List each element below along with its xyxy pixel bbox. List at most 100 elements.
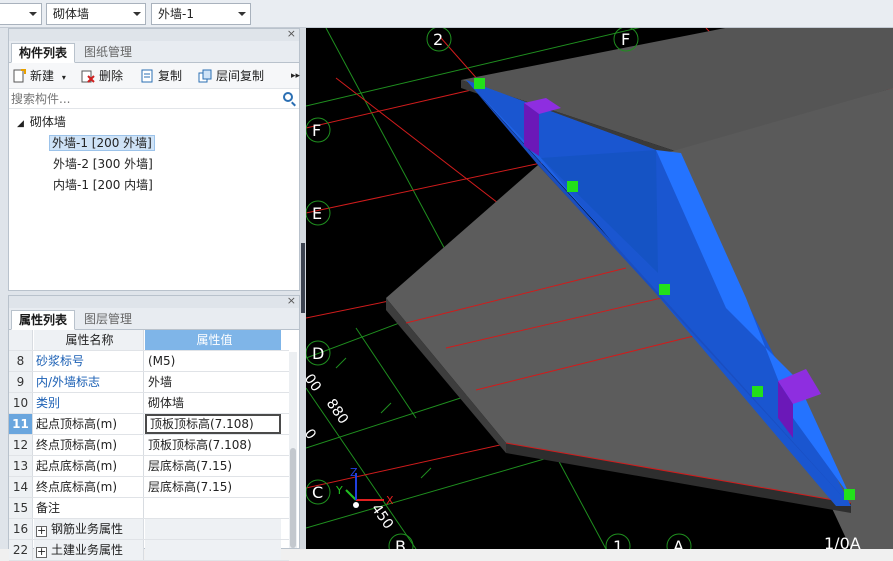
table-row[interactable]: 8 砂浆标号 (M5) [9, 351, 289, 372]
dimension-label: 880 [323, 396, 351, 427]
floor-copy-button[interactable]: 层间复制 [198, 67, 264, 85]
table-row[interactable]: 15 备注 [9, 498, 289, 519]
member-toolbar: 新建 ▾ 删除 复制 层间复制 ▸▸ [9, 63, 300, 89]
property-name: 备注 [34, 498, 144, 518]
property-group-name: + 土建业务属性 [34, 540, 144, 560]
property-value[interactable]: 外墙 [145, 372, 281, 392]
tab-layer-management[interactable]: 图层管理 [77, 310, 139, 330]
close-icon[interactable]: × [287, 27, 296, 40]
floor-copy-icon [198, 69, 212, 83]
table-row[interactable]: 9 内/外墙标志 外墙 [9, 372, 289, 393]
3d-viewport[interactable]: 2 F F E D C B 1 A 1/0A 880 00 0 450 X Y … [306, 28, 893, 549]
new-icon [13, 69, 26, 83]
table-row[interactable]: 12 终点顶标高(m) 顶板顶标高(7.108) [9, 435, 289, 456]
row-number: 10 [9, 393, 33, 413]
close-icon[interactable]: × [287, 294, 296, 307]
axis-gizmo: X Y Z [335, 466, 394, 508]
row-number: 9 [9, 372, 33, 392]
tab-member-list[interactable]: 构件列表 [11, 43, 76, 63]
viewport-canvas[interactable]: 2 F F E D C B 1 A 1/0A 880 00 0 450 X Y … [306, 28, 893, 549]
left-dock: × 构件列表 图纸管理 新建 ▾ 删除 复制 层间复制 ▸▸ 搜索构件... ◢… [0, 27, 305, 561]
property-value[interactable] [145, 498, 281, 518]
tab-property-list[interactable]: 属性列表 [11, 310, 76, 330]
axis-label: A [673, 537, 684, 549]
property-name: 类别 [34, 393, 144, 413]
row-number: 13 [9, 456, 33, 476]
property-name: 砂浆标号 [34, 351, 144, 371]
table-row-group[interactable]: 22 + 土建业务属性 [9, 540, 289, 561]
delete-label: 删除 [99, 69, 124, 83]
handle[interactable] [659, 284, 670, 295]
tree-item[interactable]: 外墙-1 [200 外墙] [49, 133, 155, 153]
copy-label: 复制 [158, 69, 183, 83]
axis-label: F [621, 30, 630, 49]
axis-label: D [312, 344, 324, 363]
panel-titlebar: × [9, 294, 299, 308]
table-row[interactable]: 13 起点底标高(m) 层底标高(7.15) [9, 456, 289, 477]
property-name: 终点顶标高(m) [34, 435, 144, 455]
handle[interactable] [752, 386, 763, 397]
property-value-editor[interactable]: 顶板顶标高(7.108) [145, 414, 281, 434]
property-value [145, 540, 281, 560]
axis-label: B [395, 537, 406, 549]
floor-combo[interactable] [0, 3, 42, 25]
tree-item[interactable]: 内墙-1 [200 内墙] [53, 175, 153, 195]
tree-item[interactable]: 外墙-2 [300 外墙] [53, 154, 153, 174]
header-value: 属性值 [145, 330, 281, 350]
property-value[interactable]: 层底标高(7.15) [145, 477, 281, 497]
property-name: 起点底标高(m) [34, 456, 144, 476]
chevron-down-icon[interactable]: ▾ [62, 73, 66, 82]
more-icon[interactable]: ▸▸ [291, 67, 300, 85]
property-value[interactable]: 层底标高(7.15) [145, 456, 281, 476]
axis-label: C [312, 483, 323, 502]
tree-root[interactable]: ◢ 砌体墙 [17, 112, 66, 132]
search-icon[interactable] [283, 92, 293, 102]
handle[interactable] [474, 78, 485, 89]
floor-copy-label: 层间复制 [216, 69, 265, 83]
tab-drawing-management[interactable]: 图纸管理 [77, 43, 139, 63]
copy-icon [141, 69, 153, 83]
header-name: 属性名称 [34, 330, 144, 350]
property-group-name: + 钢筋业务属性 [34, 519, 144, 539]
property-value[interactable]: 顶板顶标高(7.108) [145, 435, 281, 455]
new-button[interactable]: 新建 ▾ [12, 67, 66, 85]
gizmo-y-label: Y [335, 484, 343, 497]
handle[interactable] [567, 181, 578, 192]
chevron-down-icon [29, 12, 37, 16]
axis-label: E [312, 204, 322, 223]
gizmo-x-label: X [386, 494, 394, 507]
new-label: 新建 [30, 69, 55, 83]
delete-button[interactable]: 删除 [81, 67, 123, 85]
chevron-down-icon [238, 12, 246, 16]
table-row[interactable]: 14 终点底标高(m) 层底标高(7.15) [9, 477, 289, 498]
row-number: 14 [9, 477, 33, 497]
search-input[interactable] [11, 90, 281, 108]
tree-item-label: 外墙-2 [300 外墙] [53, 157, 153, 171]
collapse-icon[interactable]: ◢ [17, 119, 24, 129]
property-name: 起点顶标高(m) [34, 414, 144, 434]
property-name: 内/外墙标志 [34, 372, 144, 392]
group-label: 土建业务属性 [51, 543, 124, 557]
dimension-label: 0 [306, 426, 319, 442]
handle[interactable] [844, 489, 855, 500]
row-number: 22 [9, 540, 33, 560]
delete-icon [81, 70, 95, 83]
table-row[interactable]: 10 类别 砌体墙 [9, 393, 289, 414]
table-row-selected[interactable]: 11 起点顶标高(m) 顶板顶标高(7.108) [9, 414, 289, 435]
expand-icon[interactable]: + [36, 525, 47, 537]
property-value[interactable]: (M5) [145, 351, 281, 371]
property-value[interactable]: 砌体墙 [145, 393, 281, 413]
table-row-group[interactable]: 16 + 钢筋业务属性 [9, 519, 289, 540]
property-value [145, 519, 281, 539]
scrollbar-thumb[interactable] [290, 448, 296, 548]
copy-button[interactable]: 复制 [140, 67, 182, 85]
row-number-header [9, 330, 33, 350]
property-scrollbar[interactable] [289, 352, 297, 548]
type-combo[interactable]: 砌体墙 [46, 3, 146, 25]
splitter-grip[interactable] [301, 243, 305, 313]
axis-label: 1 [613, 537, 623, 549]
panel-titlebar: × [9, 27, 299, 41]
property-name: 终点底标高(m) [34, 477, 144, 497]
member-combo[interactable]: 外墙-1 [151, 3, 251, 25]
member-search [9, 89, 299, 109]
